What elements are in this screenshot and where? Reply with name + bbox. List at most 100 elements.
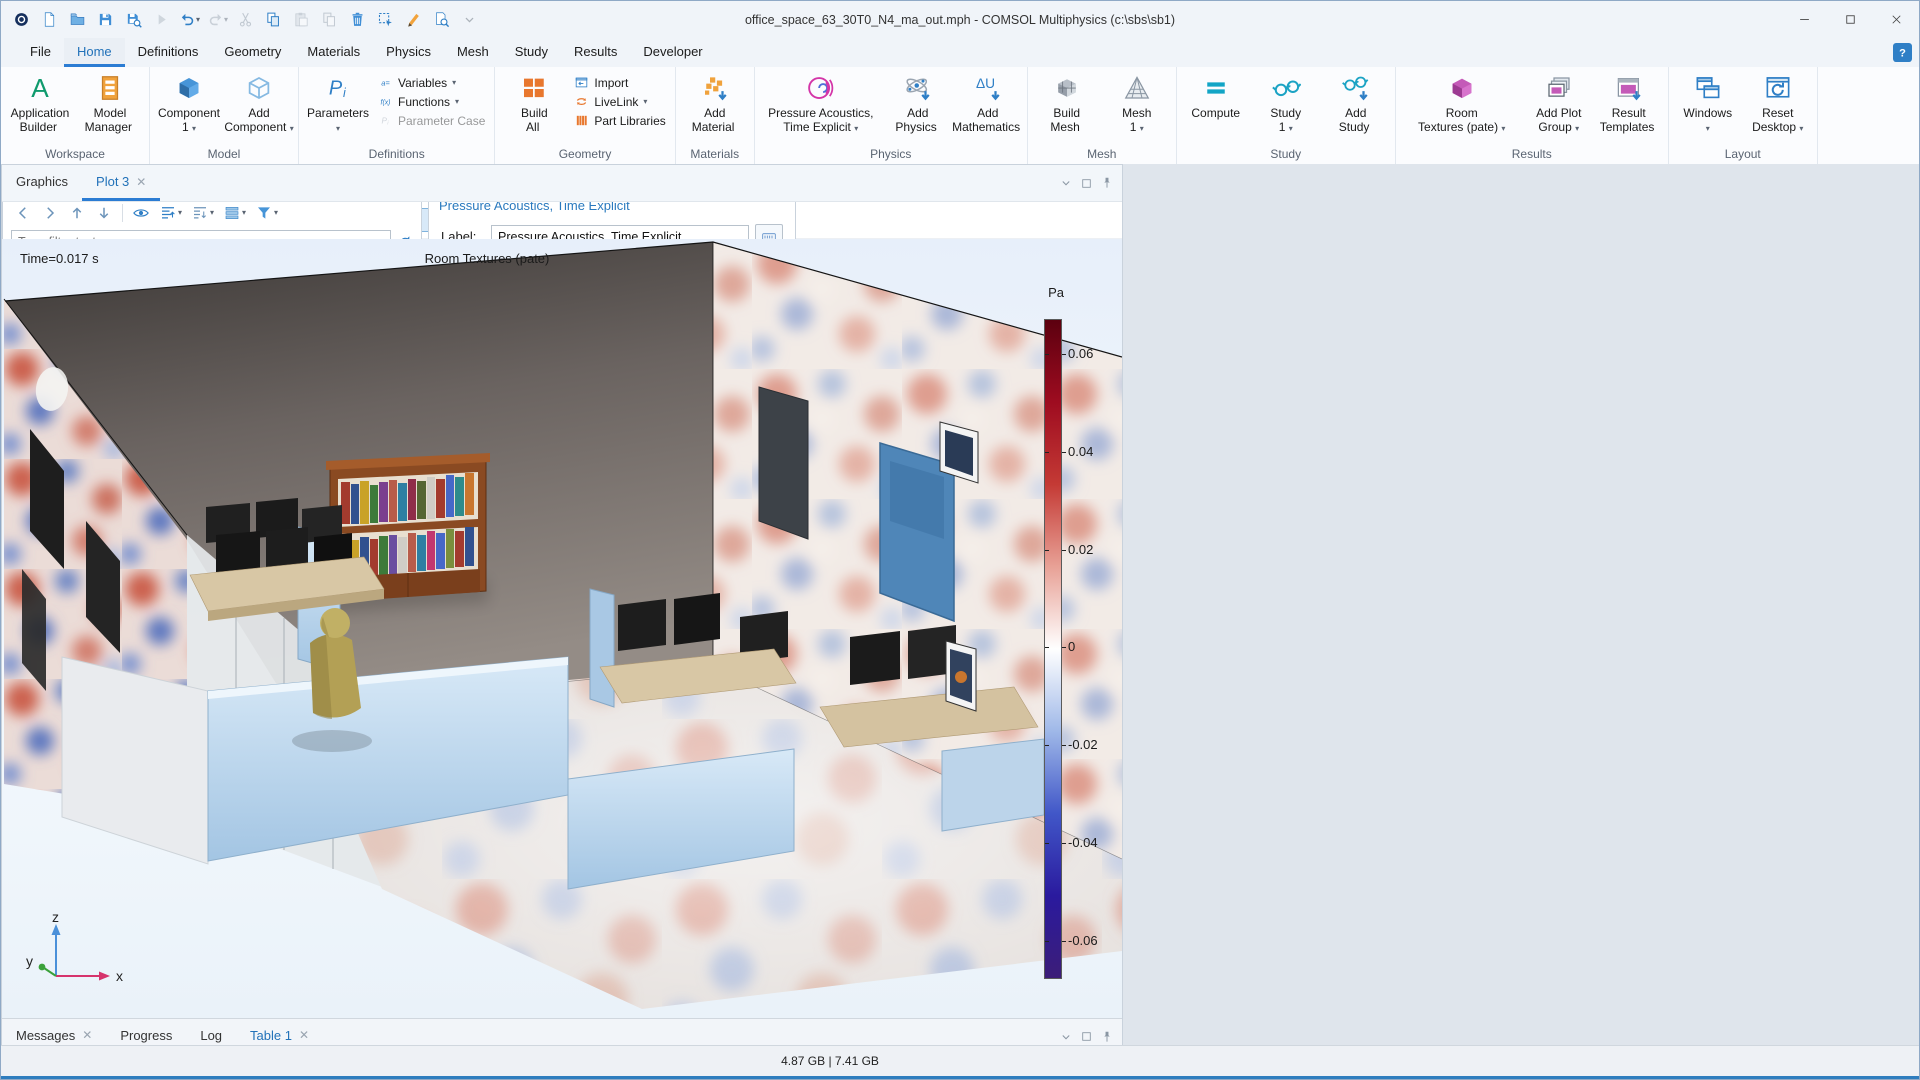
menu-caret-icon[interactable]	[1059, 176, 1073, 190]
menu-mesh[interactable]: Mesh	[444, 38, 502, 67]
menu-results[interactable]: Results	[561, 38, 630, 67]
help-button[interactable]: ?	[1893, 43, 1912, 62]
qat-new-file-button[interactable]	[37, 7, 62, 32]
ribbon-add-study-button[interactable]: Add Study	[1322, 70, 1390, 134]
qat-save-button[interactable]	[93, 7, 118, 32]
ribbon-variables-button[interactable]: a= Variables ▾	[374, 74, 489, 91]
ribbon-result-templates-button[interactable]: Result Templates	[1595, 70, 1663, 134]
ribbon-add-mathematics-button[interactable]: ΔU Add Mathematics	[952, 70, 1022, 134]
svg-text:a=: a=	[381, 78, 390, 87]
colorbar-tick-label: -0.06	[1068, 933, 1098, 948]
ribbon-group-label: Study	[1270, 147, 1302, 161]
close-tab-icon[interactable]: ✕	[82, 1028, 92, 1042]
win-min-button[interactable]	[1781, 1, 1827, 38]
menubar: File Home Definitions Geometry Materials Phys…	[1, 38, 1919, 67]
win-close-button[interactable]	[1873, 1, 1919, 38]
menu-file[interactable]: File	[17, 38, 64, 67]
graphics-viewport[interactable]: Time=0.017 s Room Textures (pate) Pa 0.0…	[2, 239, 1123, 1018]
room-textures-icon	[1452, 78, 1472, 98]
qat-undo-button[interactable]: ▾	[177, 7, 202, 32]
mb-tree-columns-button[interactable]: ▾	[220, 201, 249, 225]
component-icon	[179, 78, 199, 98]
doc-find-icon	[436, 12, 450, 28]
menu-materials[interactable]: Materials	[294, 38, 373, 67]
float-icon[interactable]	[1080, 1030, 1093, 1043]
colorbar-tick-label: -0.02	[1068, 737, 1098, 752]
ribbon-add-plot-group-button[interactable]: Add Plot Group ▾	[1525, 70, 1593, 134]
ribbon-component-1-button[interactable]: Component 1 ▾	[155, 70, 223, 134]
add-plot-group-icon	[1548, 77, 1570, 97]
mb-funnel-button[interactable]: ▾	[252, 201, 281, 225]
colorbar-tick-label: -0.04	[1068, 835, 1098, 850]
ribbon-import-button[interactable]: Import	[570, 74, 669, 91]
ribbon-livelink-button[interactable]: LiveLink ▾	[570, 93, 669, 110]
ribbon-build-mesh-button[interactable]: Build Mesh	[1033, 70, 1101, 134]
mb-collapse-tree-button[interactable]: ▾	[188, 201, 217, 225]
ribbon-add-component-button[interactable]: Add Component ▾	[224, 70, 294, 134]
qat-copy-button[interactable]	[261, 7, 286, 32]
help-icon[interactable]: ?	[1893, 43, 1912, 62]
close-tab-icon[interactable]: ✕	[136, 175, 146, 189]
add-material-icon	[704, 77, 727, 101]
ribbon-add-material-button[interactable]: Add Material	[681, 70, 749, 134]
ribbon-study-1-button[interactable]: Study 1 ▾	[1252, 70, 1320, 134]
win-max-icon	[1845, 15, 1855, 24]
ribbon-functions-button[interactable]: f(x) Functions ▾	[374, 93, 489, 110]
add-study-icon	[1341, 76, 1369, 101]
mb-arrow-left-button[interactable]	[11, 201, 35, 225]
tab-graphics[interactable]: Graphics	[2, 165, 82, 201]
menu-study[interactable]: Study	[502, 38, 561, 67]
qat-qat-caret-button[interactable]	[457, 7, 482, 32]
mb-expand-tree-button[interactable]: ▾	[156, 201, 185, 225]
menu-caret-icon[interactable]	[1059, 1030, 1073, 1044]
qat-delete-button[interactable]	[345, 7, 370, 32]
add-math-icon: ΔU	[976, 76, 1000, 101]
ribbon-model-manager-button[interactable]: Model Manager	[76, 70, 144, 134]
mb-arrow-right-button[interactable]	[38, 201, 62, 225]
menu-definitions[interactable]: Definitions	[125, 38, 212, 67]
ribbon-parameters-button[interactable]: Pi Parameters ▾	[304, 70, 372, 134]
app-builder-icon: A	[31, 73, 49, 103]
qat-duplicate-button[interactable]	[317, 7, 342, 32]
ribbon-part-libraries-button[interactable]: Part Libraries	[570, 112, 669, 129]
qat-cut-button[interactable]	[233, 7, 258, 32]
ribbon-compute-button[interactable]: Compute	[1182, 70, 1250, 134]
close-tab-icon[interactable]: ✕	[299, 1028, 309, 1042]
ribbon-pressure-acoustics-time-explicit-button[interactable]: Pressure Acoustics, Time Explicit ▾	[760, 70, 882, 134]
tab-plot-3[interactable]: Plot 3 ✕	[82, 165, 161, 201]
qat-save-find-button[interactable]	[121, 7, 146, 32]
qat-paste-button[interactable]	[289, 7, 314, 32]
pin-icon[interactable]	[1100, 176, 1114, 190]
qat-open-file-button[interactable]	[65, 7, 90, 32]
ribbon-application-builder-button[interactable]: A Application Builder	[6, 70, 74, 134]
svg-text:i: i	[343, 86, 347, 100]
mb-eye-button[interactable]	[129, 201, 153, 225]
mb-arrow-up-button[interactable]	[65, 201, 89, 225]
menu-developer[interactable]: Developer	[630, 38, 715, 67]
ribbon-group-label: Layout	[1724, 147, 1761, 161]
win-max-button[interactable]	[1827, 1, 1873, 38]
qat-select-box-button[interactable]	[373, 7, 398, 32]
ribbon-reset-desktop-button[interactable]: Reset Desktop ▾	[1744, 70, 1812, 134]
float-icon[interactable]	[1080, 177, 1093, 190]
ribbon-mesh-1-button[interactable]: Mesh 1 ▾	[1103, 70, 1171, 134]
menu-physics[interactable]: Physics	[373, 38, 444, 67]
ribbon-build-all-button[interactable]: Build All	[500, 70, 568, 134]
svg-text:ΔU: ΔU	[976, 76, 995, 91]
menu-home[interactable]: Home	[63, 38, 125, 67]
qat-redo-button[interactable]: ▾	[205, 7, 230, 32]
ribbon-windows-button[interactable]: Windows ▾	[1674, 70, 1742, 134]
menu-geometry[interactable]: Geometry	[211, 38, 294, 67]
pate-icon	[807, 77, 834, 99]
graphics-tab-bar: Graphics Plot 3 ✕	[2, 165, 1122, 202]
ribbon-add-physics-button[interactable]: Add Physics	[884, 70, 952, 134]
qat-highlight-button[interactable]	[401, 7, 426, 32]
ribbon-room-textures-pate-button[interactable]: Room Textures (pate) ▾	[1401, 70, 1523, 134]
qat-run-button[interactable]	[149, 7, 174, 32]
pin-icon[interactable]	[1100, 1030, 1114, 1044]
mb-arrow-down-button[interactable]	[92, 201, 116, 225]
qat-doc-find-button[interactable]	[429, 7, 454, 32]
select-box-icon	[378, 12, 392, 27]
ribbon-group-label: Results	[1511, 147, 1552, 161]
ribbon-parameter-case-button[interactable]: Pi Parameter Case	[374, 112, 489, 129]
